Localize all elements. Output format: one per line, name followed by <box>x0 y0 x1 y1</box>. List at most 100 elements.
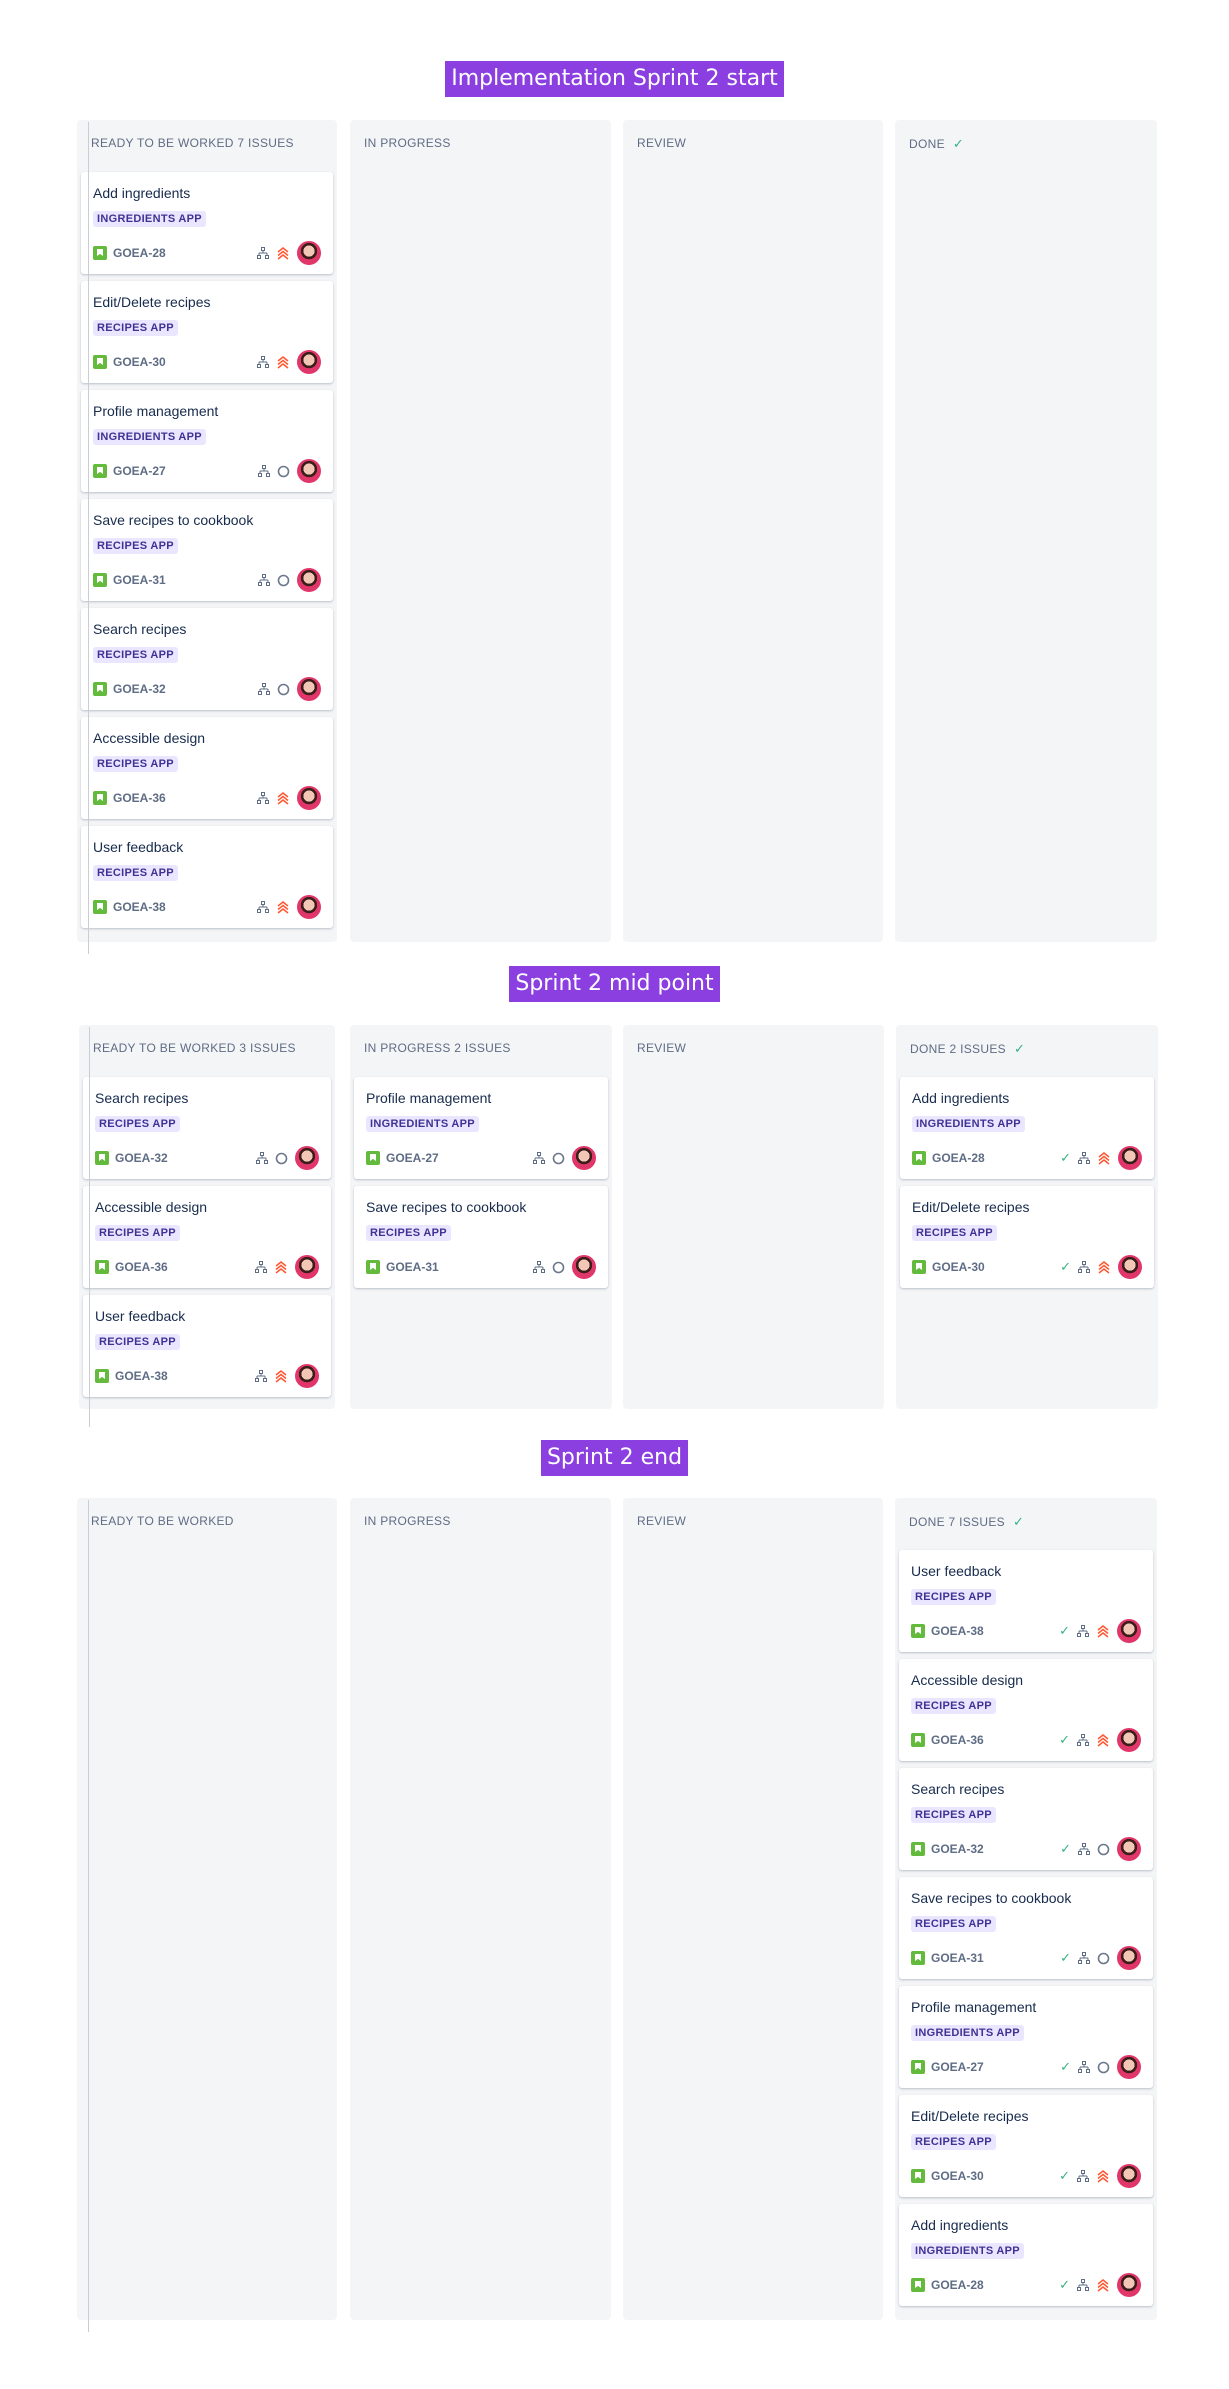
subtask-tree-icon <box>258 574 270 586</box>
issue-meta <box>256 1146 319 1170</box>
issue-card[interactable]: Search recipes RECIPES APP GOEA-32 ✓ <box>899 1768 1153 1870</box>
epic-badge: RECIPES APP <box>95 1334 180 1350</box>
board-column: IN PROGRESS <box>350 1498 611 2320</box>
issue-key[interactable]: GOEA-36 <box>115 1260 168 1274</box>
issue-meta: ✓ <box>1059 2164 1141 2188</box>
issue-key[interactable]: GOEA-32 <box>931 1842 984 1856</box>
issue-key[interactable]: GOEA-36 <box>931 1733 984 1747</box>
assignee-avatar[interactable] <box>295 1255 319 1279</box>
issue-meta <box>533 1255 596 1279</box>
epic-badge: INGREDIENTS APP <box>911 2243 1024 2259</box>
assignee-avatar[interactable] <box>297 786 321 810</box>
issue-key-row: GOEA-30 <box>911 2164 984 2188</box>
issue-key[interactable]: GOEA-32 <box>115 1151 168 1165</box>
board-column: IN PROGRESS <box>350 120 611 942</box>
issue-card[interactable]: User feedback RECIPES APP GOEA-38 ✓ <box>899 1550 1153 1652</box>
issue-key[interactable]: GOEA-27 <box>113 464 166 478</box>
issue-card[interactable]: Save recipes to cookbook RECIPES APP GOEA-… <box>81 499 333 601</box>
issue-key[interactable]: GOEA-30 <box>113 355 166 369</box>
issue-key[interactable]: GOEA-27 <box>386 1151 439 1165</box>
epic-badge: RECIPES APP <box>93 647 178 663</box>
assignee-avatar[interactable] <box>1117 1946 1141 1970</box>
column-header-label: DONE 2 ISSUES <box>910 1042 1006 1056</box>
column-header: READY TO BE WORKED 3 ISSUES <box>93 1041 296 1055</box>
assignee-avatar[interactable] <box>1117 1728 1141 1752</box>
issue-summary: Add ingredients <box>912 1090 1010 1106</box>
issue-key-row: GOEA-28 <box>93 241 166 265</box>
issue-card[interactable]: Save recipes to cookbook RECIPES APP GOEA-… <box>354 1186 608 1288</box>
priority-medium-icon <box>277 465 290 478</box>
issue-card[interactable]: Edit/Delete recipes RECIPES APP GOEA-30 ✓ <box>899 2095 1153 2197</box>
issue-meta <box>258 677 321 701</box>
story-icon <box>95 1369 109 1383</box>
column-header: READY TO BE WORKED 7 ISSUES <box>91 136 294 150</box>
issue-key[interactable]: GOEA-32 <box>113 682 166 696</box>
priority-highest-icon <box>1096 2278 1110 2292</box>
issue-card[interactable]: Search recipes RECIPES APP GOEA-32 <box>83 1077 331 1179</box>
issue-card[interactable]: Edit/Delete recipes RECIPES APP GOEA-30 ✓ <box>900 1186 1154 1288</box>
issue-key[interactable]: GOEA-27 <box>931 2060 984 2074</box>
issue-card[interactable]: User feedback RECIPES APP GOEA-38 <box>83 1295 331 1397</box>
issue-card[interactable]: Add ingredients INGREDIENTS APP GOEA-28 ✓ <box>900 1077 1154 1179</box>
issue-card[interactable]: Add ingredients INGREDIENTS APP GOEA-28 ✓ <box>899 2204 1153 2306</box>
board-column: REVIEW <box>623 1025 884 1409</box>
story-icon <box>93 246 107 260</box>
issue-meta <box>257 241 321 265</box>
assignee-avatar[interactable] <box>297 459 321 483</box>
priority-medium-icon <box>552 1152 565 1165</box>
issue-summary: Edit/Delete recipes <box>912 1199 1030 1215</box>
issue-key[interactable]: GOEA-28 <box>932 1151 985 1165</box>
assignee-avatar[interactable] <box>572 1146 596 1170</box>
assignee-avatar[interactable] <box>1117 2273 1141 2297</box>
issue-key[interactable]: GOEA-38 <box>931 1624 984 1638</box>
issue-card[interactable]: Accessible design RECIPES APP GOEA-36 ✓ <box>899 1659 1153 1761</box>
issue-key[interactable]: GOEA-38 <box>113 900 166 914</box>
issue-key[interactable]: GOEA-28 <box>113 246 166 260</box>
assignee-avatar[interactable] <box>297 568 321 592</box>
issue-card[interactable]: Profile management INGREDIENTS APP GOEA-27… <box>899 1986 1153 2088</box>
issue-card[interactable]: User feedback RECIPES APP GOEA-38 <box>81 826 333 928</box>
issue-meta <box>258 568 321 592</box>
issue-summary: Profile management <box>93 403 219 419</box>
issue-card[interactable]: Accessible design RECIPES APP GOEA-36 <box>83 1186 331 1288</box>
issue-card[interactable]: Search recipes RECIPES APP GOEA-32 <box>81 608 333 710</box>
issue-key[interactable]: GOEA-31 <box>113 573 166 587</box>
assignee-avatar[interactable] <box>297 241 321 265</box>
issue-card[interactable]: Accessible design RECIPES APP GOEA-36 <box>81 717 333 819</box>
assignee-avatar[interactable] <box>297 677 321 701</box>
issue-meta: ✓ <box>1059 1619 1141 1643</box>
assignee-avatar[interactable] <box>295 1146 319 1170</box>
issue-key[interactable]: GOEA-31 <box>931 1951 984 1965</box>
assignee-avatar[interactable] <box>1117 1837 1141 1861</box>
assignee-avatar[interactable] <box>1118 1255 1142 1279</box>
board-divider-line <box>88 122 89 954</box>
issue-key[interactable]: GOEA-30 <box>931 2169 984 2183</box>
issue-card[interactable]: Profile management INGREDIENTS APP GOEA-27 <box>81 390 333 492</box>
story-icon <box>93 900 107 914</box>
issue-key-row: GOEA-31 <box>911 1946 984 1970</box>
column-header-label: READY TO BE WORKED <box>91 1514 234 1528</box>
issue-key[interactable]: GOEA-30 <box>932 1260 985 1274</box>
assignee-avatar[interactable] <box>297 895 321 919</box>
issue-key[interactable]: GOEA-28 <box>931 2278 984 2292</box>
check-icon: ✓ <box>1060 1259 1071 1274</box>
priority-highest-icon <box>276 791 290 805</box>
issue-key[interactable]: GOEA-38 <box>115 1369 168 1383</box>
issue-card[interactable]: Edit/Delete recipes RECIPES APP GOEA-30 <box>81 281 333 383</box>
priority-medium-icon <box>1097 1952 1110 1965</box>
assignee-avatar[interactable] <box>572 1255 596 1279</box>
assignee-avatar[interactable] <box>297 350 321 374</box>
issue-summary: User feedback <box>93 839 184 855</box>
issue-card[interactable]: Save recipes to cookbook RECIPES APP GOEA-… <box>899 1877 1153 1979</box>
issue-card[interactable]: Profile management INGREDIENTS APP GOEA-27 <box>354 1077 608 1179</box>
assignee-avatar[interactable] <box>1118 1146 1142 1170</box>
issue-key[interactable]: GOEA-31 <box>386 1260 439 1274</box>
assignee-avatar[interactable] <box>1117 2055 1141 2079</box>
issue-key[interactable]: GOEA-36 <box>113 791 166 805</box>
story-icon <box>911 2278 925 2292</box>
assignee-avatar[interactable] <box>295 1364 319 1388</box>
assignee-avatar[interactable] <box>1117 2164 1141 2188</box>
issue-card[interactable]: Add ingredients INGREDIENTS APP GOEA-28 <box>81 172 333 274</box>
story-icon <box>911 2060 925 2074</box>
assignee-avatar[interactable] <box>1117 1619 1141 1643</box>
